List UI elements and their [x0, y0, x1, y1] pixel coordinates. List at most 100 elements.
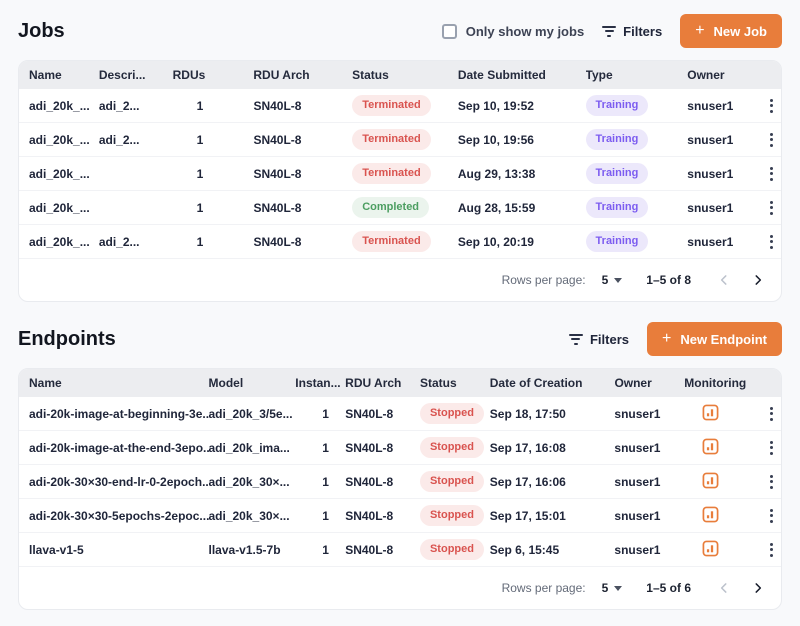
endpoint-model: adi_20k_30×... [209, 475, 296, 489]
endpoints-filters-label: Filters [590, 332, 629, 347]
job-description: adi_2... [99, 133, 173, 147]
previous-page-button[interactable] [717, 581, 731, 595]
job-menu-cell [761, 130, 781, 150]
new-job-button[interactable]: + New Job [680, 14, 782, 48]
jobs-table-card: Name Descri... RDUs RDU Arch Status Date… [18, 60, 782, 302]
endpoint-date-of-creation: Sep 17, 16:06 [490, 475, 615, 489]
row-menu-icon[interactable] [767, 130, 776, 150]
job-menu-cell [761, 198, 781, 218]
column-header-owner: Owner [687, 68, 761, 82]
endpoint-monitoring-cell [684, 472, 761, 492]
status-badge: Stopped [420, 471, 484, 492]
endpoint-monitoring-cell [684, 438, 761, 458]
rows-per-page-label: Rows per page: [502, 581, 586, 595]
job-row[interactable]: adi_20k_... adi_2... 1 SN40L-8 Terminate… [19, 123, 781, 157]
job-row[interactable]: adi_20k_... 1 SN40L-8 Completed Aug 28, … [19, 191, 781, 225]
job-menu-cell [761, 232, 781, 252]
status-badge: Stopped [420, 403, 484, 424]
job-row[interactable]: adi_20k_... adi_2... 1 SN40L-8 Terminate… [19, 225, 781, 259]
monitoring-chart-icon[interactable] [702, 472, 719, 489]
jobs-section: Jobs Only show my jobs Filters + New Job… [18, 14, 782, 302]
jobs-table-header: Name Descri... RDUs RDU Arch Status Date… [19, 61, 781, 89]
jobs-filters-button[interactable]: Filters [602, 24, 662, 39]
job-rdu-arch: SN40L-8 [253, 167, 352, 181]
rows-per-page-select[interactable]: 5 [602, 273, 623, 287]
next-page-button[interactable] [751, 581, 765, 595]
row-menu-icon[interactable] [767, 506, 776, 526]
endpoints-filters-button[interactable]: Filters [569, 332, 629, 347]
job-date-submitted: Sep 10, 20:19 [458, 235, 586, 249]
job-owner: snuser1 [687, 99, 761, 113]
filter-icon [569, 334, 583, 345]
endpoint-status-cell: Stopped [420, 539, 490, 560]
monitoring-chart-icon[interactable] [702, 404, 719, 421]
endpoint-instances: 1 [295, 543, 345, 557]
endpoint-owner: snuser1 [614, 509, 684, 523]
column-header-rdu-arch: RDU Arch [253, 68, 352, 82]
filter-icon [602, 26, 616, 37]
new-endpoint-button[interactable]: + New Endpoint [647, 322, 782, 356]
row-menu-icon[interactable] [767, 198, 776, 218]
previous-page-button[interactable] [717, 273, 731, 287]
endpoint-row[interactable]: llava-v1-5 llava-v1.5-7b 1 SN40L-8 Stopp… [19, 533, 781, 567]
endpoint-row[interactable]: adi-20k-image-at-beginning-3e... adi_20k… [19, 397, 781, 431]
job-status-cell: Terminated [352, 129, 458, 150]
job-type-cell: Training [586, 95, 688, 116]
jobs-controls: Only show my jobs Filters + New Job [442, 14, 782, 48]
endpoint-row[interactable]: adi-20k-image-at-the-end-3epo... adi_20k… [19, 431, 781, 465]
endpoint-instances: 1 [295, 441, 345, 455]
endpoint-date-of-creation: Sep 18, 17:50 [490, 407, 615, 421]
endpoint-date-of-creation: Sep 17, 15:01 [490, 509, 615, 523]
type-badge: Training [586, 197, 649, 218]
column-header-status: Status [352, 68, 458, 82]
row-menu-icon[interactable] [767, 164, 776, 184]
type-badge: Training [586, 129, 649, 150]
row-menu-icon[interactable] [767, 232, 776, 252]
column-header-description: Descri... [99, 68, 173, 82]
job-rdu-arch: SN40L-8 [253, 235, 352, 249]
job-rdus: 1 [173, 201, 254, 215]
row-menu-icon[interactable] [767, 540, 776, 560]
only-show-my-jobs-toggle[interactable]: Only show my jobs [442, 24, 584, 39]
endpoint-rdu-arch: SN40L-8 [345, 441, 420, 455]
job-rdus: 1 [173, 99, 254, 113]
job-row[interactable]: adi_20k_... adi_2... 1 SN40L-8 Terminate… [19, 89, 781, 123]
plus-icon: + [695, 23, 704, 39]
jobs-title: Jobs [18, 20, 65, 43]
column-header-rdu-arch: RDU Arch [345, 376, 420, 390]
rows-per-page-label: Rows per page: [502, 273, 586, 287]
row-menu-icon[interactable] [767, 472, 776, 492]
row-menu-icon[interactable] [767, 438, 776, 458]
monitoring-chart-icon[interactable] [702, 438, 719, 455]
endpoint-menu-cell [761, 404, 781, 424]
job-name: adi_20k_... [29, 133, 99, 147]
job-row[interactable]: adi_20k_... 1 SN40L-8 Terminated Aug 29,… [19, 157, 781, 191]
endpoint-menu-cell [761, 506, 781, 526]
endpoint-monitoring-cell [684, 506, 761, 526]
checkbox-icon[interactable] [442, 24, 457, 39]
job-rdu-arch: SN40L-8 [253, 133, 352, 147]
endpoint-row[interactable]: adi-20k-30×30-5epochs-2epoc... adi_20k_3… [19, 499, 781, 533]
page: Jobs Only show my jobs Filters + New Job… [0, 0, 800, 610]
endpoints-table-card: Name Model Instan... RDU Arch Status Dat… [18, 368, 782, 610]
monitoring-chart-icon[interactable] [702, 506, 719, 523]
monitoring-chart-icon[interactable] [702, 540, 719, 557]
endpoint-menu-cell [761, 540, 781, 560]
job-date-submitted: Aug 28, 15:59 [458, 201, 586, 215]
endpoint-status-cell: Stopped [420, 437, 490, 458]
next-page-button[interactable] [751, 273, 765, 287]
jobs-section-head: Jobs Only show my jobs Filters + New Job [18, 14, 782, 48]
rows-per-page-select[interactable]: 5 [602, 581, 623, 595]
endpoints-section-head: Endpoints Filters + New Endpoint [18, 322, 782, 356]
endpoint-owner: snuser1 [614, 475, 684, 489]
endpoint-name: adi-20k-30×30-5epochs-2epoc... [29, 509, 209, 523]
endpoint-owner: snuser1 [614, 441, 684, 455]
endpoint-row[interactable]: adi-20k-30×30-end-lr-0-2epoch... adi_20k… [19, 465, 781, 499]
job-type-cell: Training [586, 163, 688, 184]
pagination-range: 1–5 of 8 [646, 273, 691, 287]
job-type-cell: Training [586, 231, 688, 252]
row-menu-icon[interactable] [767, 404, 776, 424]
job-owner: snuser1 [687, 167, 761, 181]
row-menu-icon[interactable] [767, 96, 776, 116]
job-date-submitted: Aug 29, 13:38 [458, 167, 586, 181]
